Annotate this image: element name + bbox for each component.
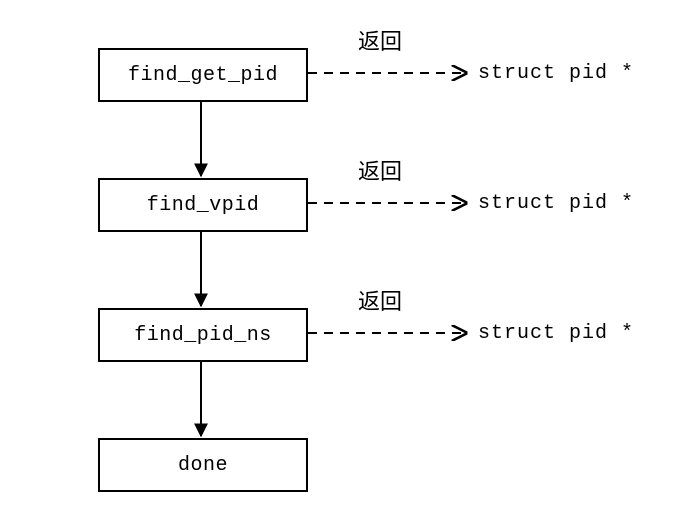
node-find-get-pid: find_get_pid [98,48,308,102]
node-find-vpid: find_vpid [98,178,308,232]
node-label: find_vpid [147,194,260,217]
flowchart: find_get_pid find_vpid find_pid_ns done … [0,0,697,521]
edge-label-return-1: 返回 [358,24,402,56]
node-done: done [98,438,308,492]
node-label: find_pid_ns [134,324,272,347]
edge-type-2: struct pid * [478,192,634,215]
edge-type-3: struct pid * [478,322,634,345]
edge-label-return-2: 返回 [358,154,402,186]
node-label: find_get_pid [128,64,278,87]
edge-type-1: struct pid * [478,62,634,85]
edge-label-return-3: 返回 [358,284,402,316]
node-label: done [178,454,228,477]
node-find-pid-ns: find_pid_ns [98,308,308,362]
